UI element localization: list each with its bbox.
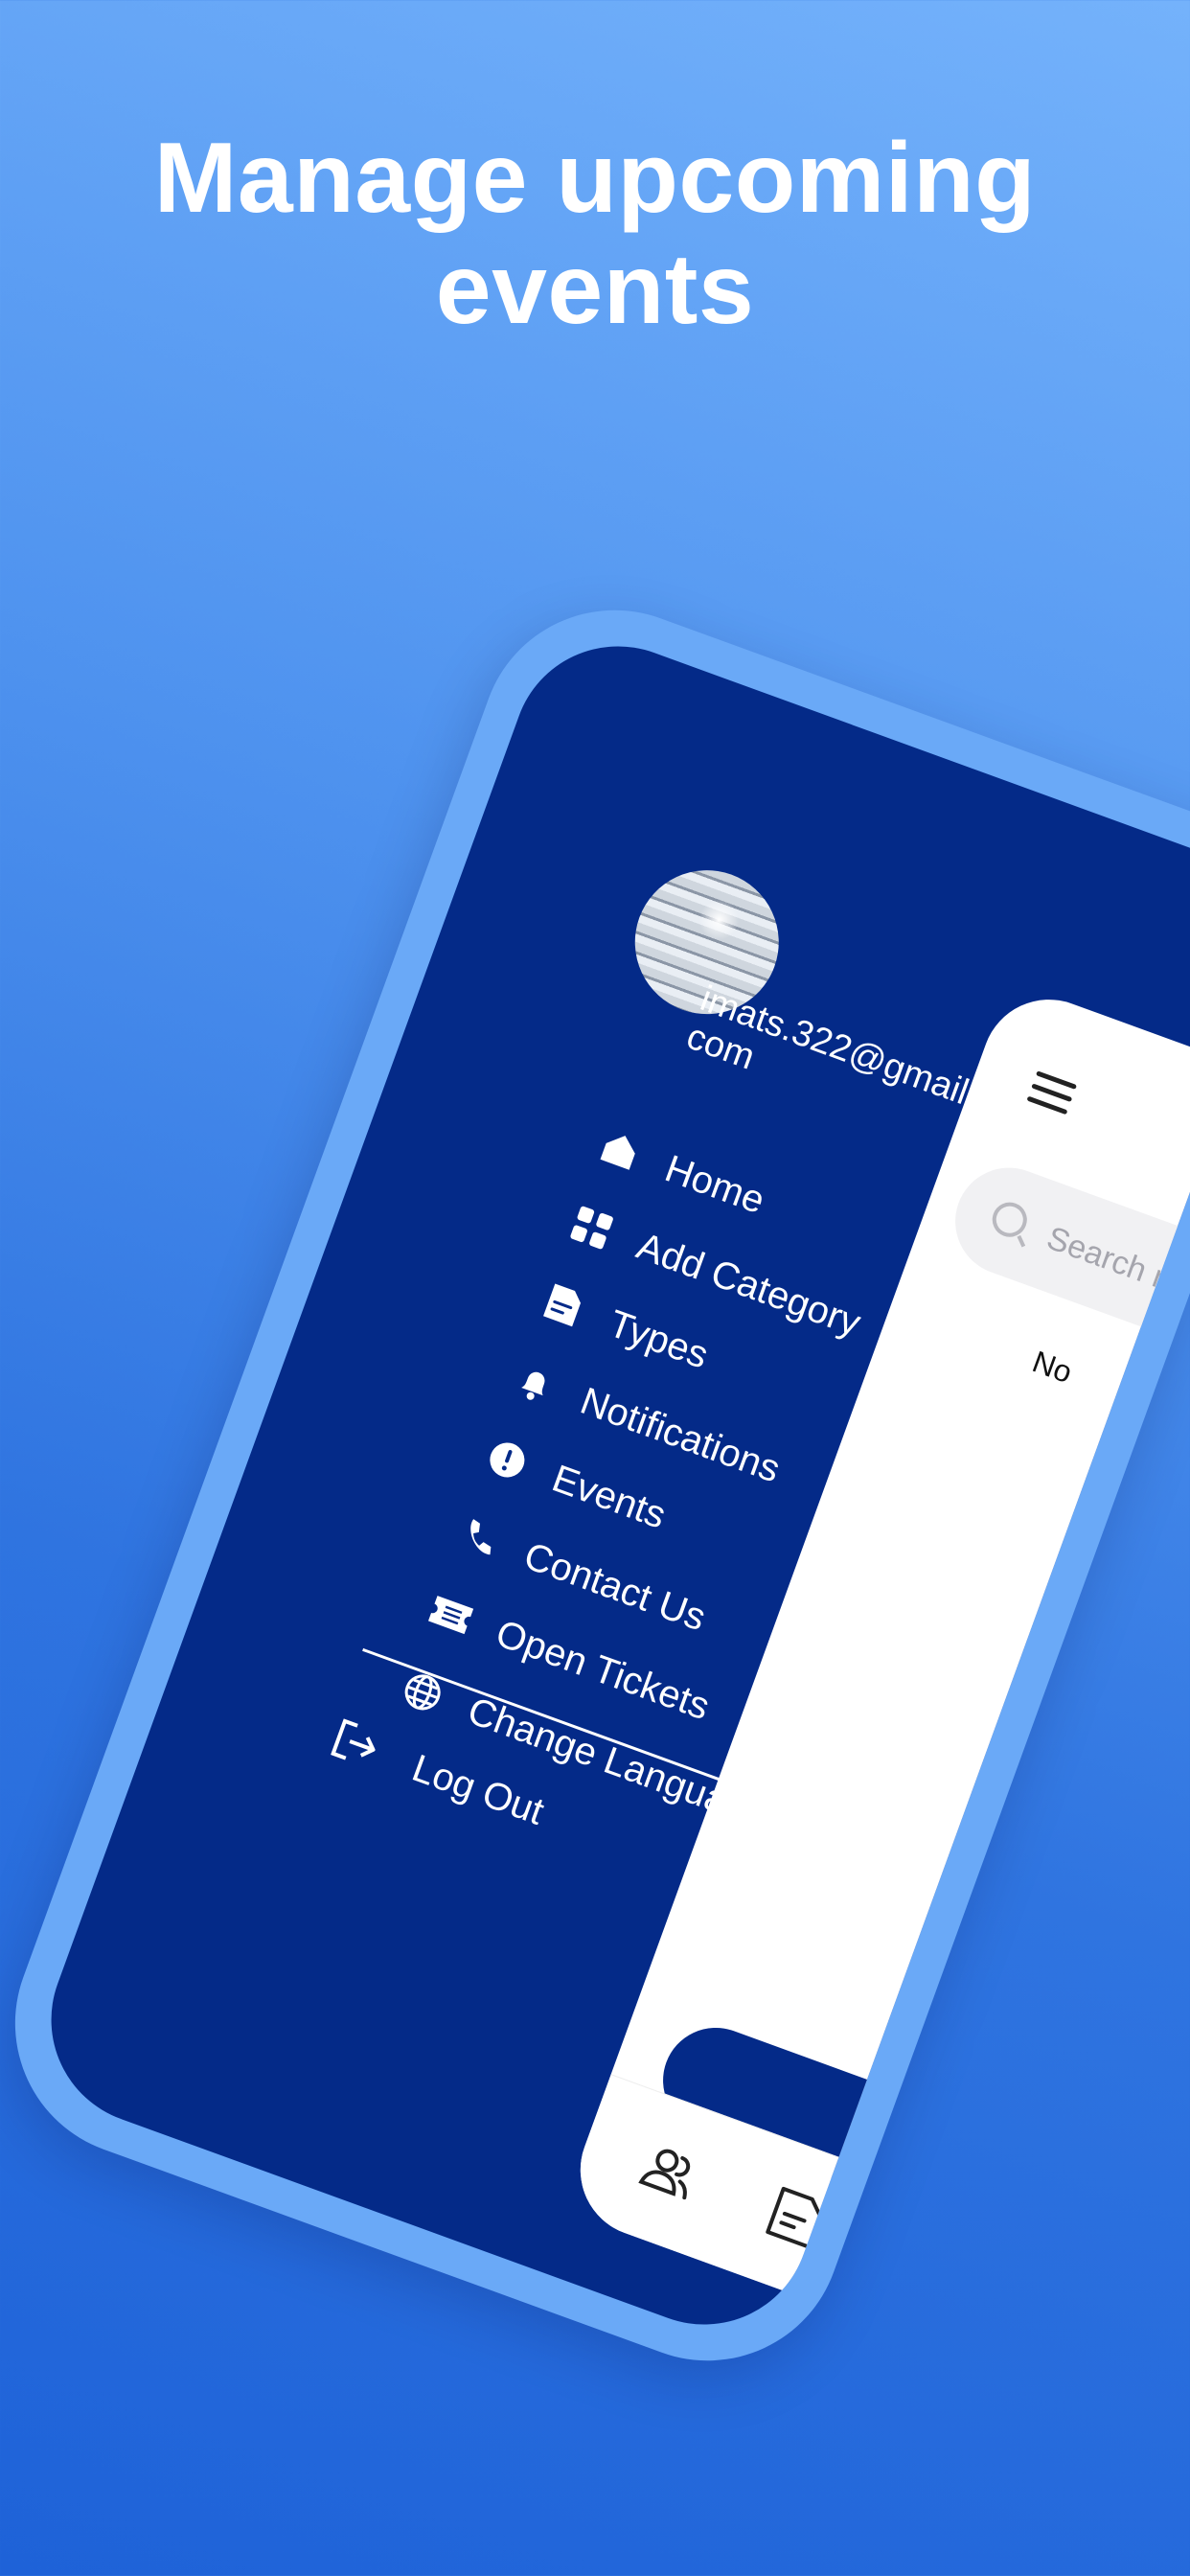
document-icon	[534, 1276, 593, 1335]
logout-icon	[322, 1712, 387, 1780]
search-icon	[987, 1197, 1032, 1242]
home-icon	[590, 1120, 650, 1180]
users-icon[interactable]	[630, 2132, 709, 2211]
headline: Manage upcoming events	[0, 123, 1190, 345]
headline-line-1: Manage upcoming	[153, 123, 1037, 234]
ticket-icon	[422, 1585, 481, 1644]
search-input[interactable]: Search me	[1041, 1220, 1190, 1309]
bell-icon	[506, 1353, 565, 1413]
note-icon[interactable]	[756, 2178, 835, 2257]
user-email: imats.322@gmail.com	[681, 978, 984, 1116]
sidebar-item-label: Events	[546, 1457, 672, 1537]
phone-frame: Search me No imats.322@gmail.com Home Ad…	[0, 572, 1190, 2399]
sidebar-item-label: Home	[659, 1146, 770, 1222]
sidebar-item-label: Types	[603, 1301, 715, 1377]
empty-state-text: No	[1028, 1344, 1077, 1391]
phone-icon	[449, 1508, 509, 1568]
grid-icon	[562, 1198, 622, 1257]
phone-screen: Search me No imats.322@gmail.com Home Ad…	[21, 616, 1190, 2355]
headline-line-2: events	[435, 234, 755, 345]
menu-icon[interactable]	[1023, 1070, 1078, 1123]
exclamation-icon	[478, 1431, 538, 1490]
bottom-nav	[561, 2074, 1188, 2355]
search-bar[interactable]: Search me	[940, 1152, 1190, 1451]
